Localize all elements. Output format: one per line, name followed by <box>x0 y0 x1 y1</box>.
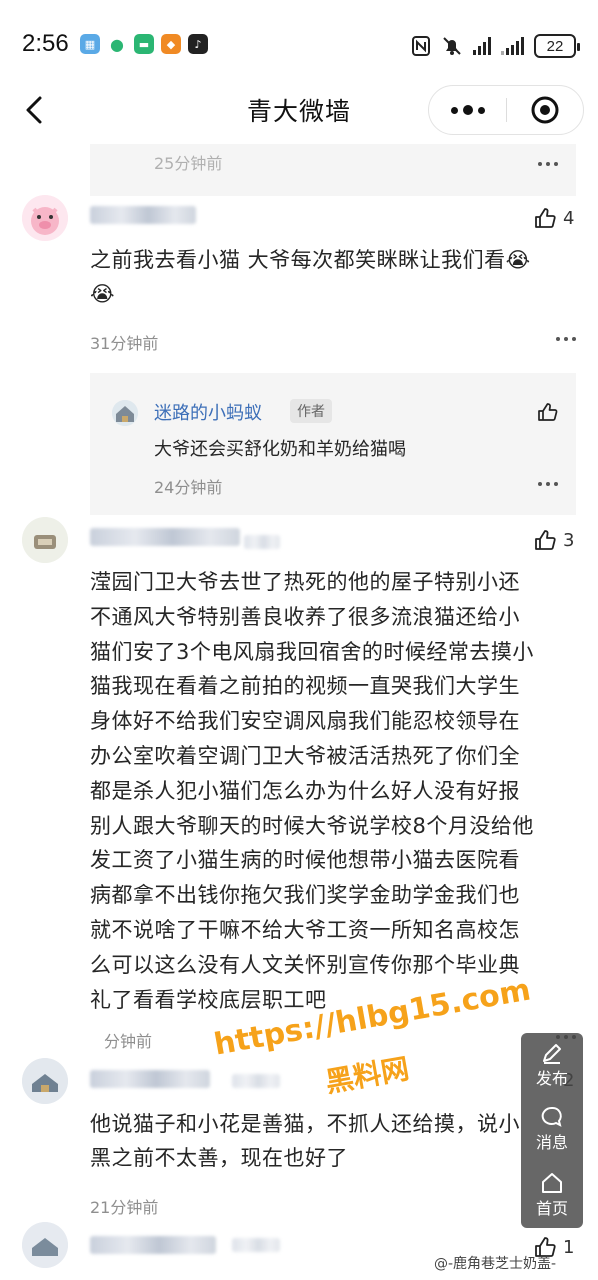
system-icons: 22 <box>411 34 580 58</box>
comment-text-line: 别人跟大爷聊天的时候大爷说学校8个月没给他 <box>90 813 534 838</box>
comment-text-line: 病都拿不出钱你拖欠我们奖学金助学金我们也 <box>90 883 520 908</box>
comment-text: 他说猫子和小花是善猫，不抓人还给摸，说小 黑之前不太善，现在也好了 <box>90 1107 530 1175</box>
user-avatar-icon <box>22 517 68 563</box>
username-blurred <box>90 206 196 224</box>
reply-author[interactable]: 迷路的小蚂蚁 <box>154 399 262 425</box>
floating-side-panel: 发布 消息 首页 <box>521 1033 583 1228</box>
comment-text: 滢园门卫大爷去世了热死的他的屋子特别小还 不通风大爷特别善良收养了很多流浪猫还给… <box>90 565 580 1017</box>
comment-text: 之前我去看小猫 大爷每次都笑眯眯让我们看😭 😭 <box>90 243 576 311</box>
watermark-credit: @-鹿角巷芝士奶盖- <box>434 1256 557 1272</box>
user-tag-blurred <box>232 1238 280 1252</box>
battery-icon: 22 <box>534 34 580 58</box>
avatar[interactable] <box>22 195 68 241</box>
comment-text-line: 他说猫子和小花是善猫，不抓人还给摸，说小 <box>90 1112 520 1136</box>
shopping-notification-icon: ◆ <box>161 34 181 54</box>
comment-text-line: 办公室吹着空调门卫大爷被活活热死了你们全 <box>90 743 520 768</box>
comment-text-line: 不通风大爷特别善良收养了很多流浪猫还给小 <box>90 604 520 629</box>
like-count: 1 <box>563 1236 575 1258</box>
author-badge: 作者 <box>290 399 332 423</box>
thumbs-up-icon <box>538 403 558 421</box>
comment-text-line: 都是杀人犯小猫们怎么办为什么好人没有好报 <box>90 778 520 803</box>
house-avatar-icon <box>112 400 138 426</box>
thumbs-up-icon <box>535 530 556 550</box>
chat-bubble-icon <box>541 1106 562 1127</box>
pencil-icon <box>543 1044 561 1064</box>
comment-text-line: 😭 <box>90 282 116 306</box>
home-label: 首页 <box>535 1199 568 1218</box>
app-notification-icon: ▦ <box>80 34 100 54</box>
like-count: 4 <box>563 207 575 229</box>
reply-box: 迷路的小蚂蚁 作者 大爷还会买舒化奶和羊奶给猫喝 24分钟前 <box>90 373 576 515</box>
avatar[interactable] <box>22 1058 68 1104</box>
mute-bell-icon <box>443 37 461 55</box>
more-options-button[interactable] <box>429 86 506 134</box>
comment-text-line: 黑之前不太善，现在也好了 <box>90 1146 348 1170</box>
post-button[interactable]: 发布 <box>521 1041 583 1089</box>
like-button[interactable]: 4 <box>533 206 574 230</box>
nfc-icon <box>412 36 430 56</box>
message-notification-icon: ▬ <box>134 34 154 54</box>
more-icon[interactable] <box>556 337 576 343</box>
pig-avatar-icon <box>22 195 68 241</box>
like-button[interactable]: 3 <box>533 528 574 552</box>
comment-text-line: 滢园门卫大爷去世了热死的他的屋子特别小还 <box>90 570 520 594</box>
avatar[interactable] <box>22 517 68 563</box>
user-avatar-icon <box>22 1222 68 1268</box>
reply-box-partial: 25分钟前 <box>90 144 576 196</box>
comment-text-line: 猫们安了3个电风扇我回宿舍的时候经常去摸小 <box>90 639 534 664</box>
thumbs-up-icon <box>535 208 556 228</box>
reply-avatar[interactable] <box>112 400 138 426</box>
avatar[interactable] <box>22 1222 68 1268</box>
signal-2-icon <box>501 37 524 55</box>
nav-bar: 青大微墙 <box>0 80 598 140</box>
status-time: 2:56 <box>22 30 69 57</box>
comment-text-line: 猫我现在看着之前拍的视频一直哭我们大学生 <box>90 674 520 699</box>
comment-text-line: 身体好不给我们安空调风扇我们能忍校领导在 <box>90 709 520 734</box>
chat-notification-icon: ● <box>110 34 124 54</box>
username-blurred <box>90 1236 216 1254</box>
username-blurred <box>90 528 240 546</box>
more-icon[interactable] <box>538 162 558 168</box>
reply-time: 24分钟前 <box>154 478 223 497</box>
comment-time: 31分钟前 <box>90 334 159 353</box>
home-icon <box>542 1173 562 1193</box>
comment-text-line: 之前我去看小猫 大爷每次都笑眯眯让我们看😭 <box>90 248 531 272</box>
watermark-name: 黑料网 <box>323 1051 412 1100</box>
post-label: 发布 <box>535 1069 568 1088</box>
battery-level: 22 <box>546 37 564 55</box>
comment-text-line: 就不说啥了干嘛不给大爷工资一所知名高校怎 <box>90 917 520 942</box>
notification-icons: ▦ ● ▬ ◆ ♪ <box>80 34 208 54</box>
more-icon[interactable] <box>538 482 558 488</box>
user-tag-blurred <box>232 1074 280 1088</box>
comment-time: 25分钟前 <box>154 154 223 173</box>
target-icon <box>531 96 559 124</box>
comment-text-line: 发工资了小猫生病的时候他想带小猫去医院看 <box>90 848 520 873</box>
messages-button[interactable]: 消息 <box>521 1105 583 1153</box>
like-count: 3 <box>563 529 575 551</box>
messages-label: 消息 <box>535 1133 568 1152</box>
close-miniprogram-button[interactable] <box>507 86 583 134</box>
comment-time: 21分钟前 <box>90 1198 159 1217</box>
miniprogram-capsule <box>428 85 584 135</box>
home-button[interactable]: 首页 <box>521 1171 583 1219</box>
comment-time: 分钟前 <box>104 1032 153 1051</box>
status-bar: 2:56 ▦ ● ▬ ◆ ♪ 22 <box>0 0 598 92</box>
signal-icon <box>473 37 491 55</box>
reply-like-button[interactable] <box>536 401 558 423</box>
user-tag-blurred <box>244 535 280 549</box>
username-blurred <box>90 1070 210 1088</box>
reply-text: 大爷还会买舒化奶和羊奶给猫喝 <box>154 439 406 460</box>
user-avatar-icon <box>22 1058 68 1104</box>
tiktok-notification-icon: ♪ <box>188 34 208 54</box>
